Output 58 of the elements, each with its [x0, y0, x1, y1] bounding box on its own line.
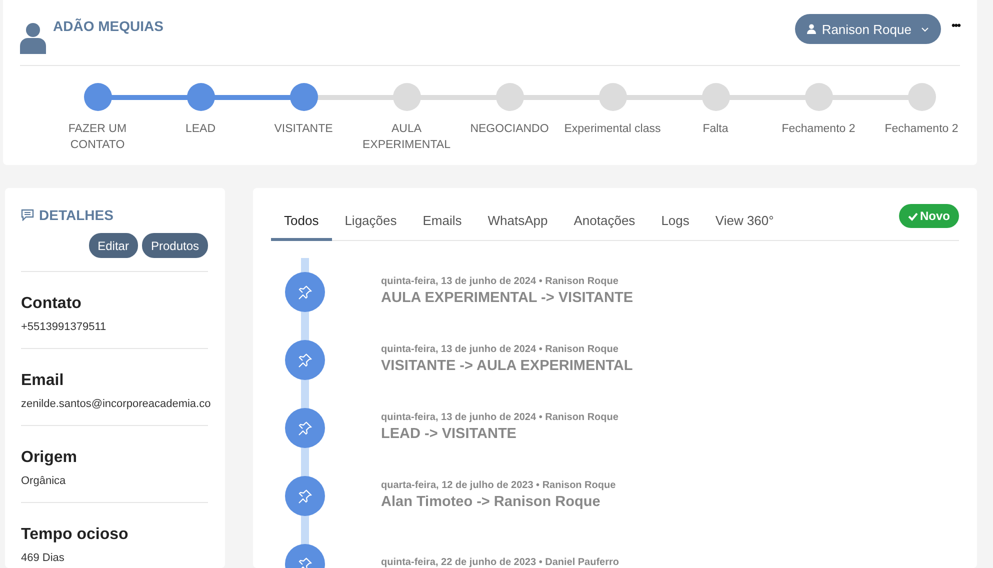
stage-dot[interactable] [392, 83, 420, 111]
event-meta: quarta-feira, 12 de julho de 2023 • Ranison Roque [381, 480, 616, 490]
filter-tab[interactable]: View 360° [702, 204, 787, 241]
stage-label: Falta [702, 122, 730, 137]
filter-tab[interactable]: Emails [410, 204, 475, 241]
field-value: 469 Dias [21, 552, 66, 564]
pushpin-icon [297, 352, 313, 368]
stage-dot[interactable] [290, 83, 318, 111]
stage-dot[interactable] [186, 83, 214, 111]
stage-dot[interactable] [496, 83, 524, 111]
event-meta: quinta-feira, 13 de junho de 2024 • Ranison Roque [381, 276, 620, 286]
stage-dot[interactable] [702, 83, 730, 111]
field-label: Contato [21, 295, 82, 313]
field-label: Tempo ocioso [21, 526, 130, 544]
pushpin-icon [297, 556, 313, 568]
event-title: LEAD -> VISITANTE [381, 426, 518, 442]
field-label: Email [21, 372, 65, 390]
stage-label: NEGOCIANDO [469, 122, 550, 137]
event-title: Alan Timoteo -> Ranison Roque [381, 494, 602, 510]
details-button[interactable]: Produtos [142, 233, 208, 258]
pushpin-icon [297, 420, 313, 436]
event-meta: quinta-feira, 13 de junho de 2024 • Ranison Roque [381, 344, 620, 354]
filter-tab[interactable]: Anotações [560, 204, 648, 241]
details-button[interactable]: Editar [88, 233, 138, 258]
event-title: AULA EXPERIMENTAL -> VISITANTE [381, 290, 634, 306]
stage-dot[interactable] [598, 83, 626, 111]
details-title: DETALHES [39, 207, 114, 223]
stage-dot[interactable] [804, 83, 832, 111]
field-value: zenilde.santos@incorporeacademia.co [21, 398, 212, 410]
stage-label: AULA EXPERIMENTAL [362, 122, 452, 153]
caret-icon [921, 26, 930, 32]
stage-dot[interactable] [908, 83, 936, 111]
field-label: Origem [21, 449, 78, 467]
event-meta: quinta-feira, 22 de junho de 2023 • Daniel Pauferro [381, 557, 620, 568]
event-meta: quinta-feira, 13 de junho de 2024 • Ranison Roque [381, 412, 618, 422]
stage-label: Fechamento 2 [884, 122, 960, 137]
event-title: VISITANTE -> AULA EXPERIMENTAL [381, 358, 633, 374]
contact-name: ADÃO MEQUIAS [53, 18, 164, 34]
field-value: +5513991379511 [21, 321, 108, 333]
more-options-icon[interactable]: ••• [951, 20, 960, 32]
chat-icon [21, 209, 34, 221]
filter-tab[interactable]: Logs [648, 204, 702, 241]
stage-label: LEAD [184, 122, 217, 137]
pushpin-icon [297, 284, 313, 300]
user-icon [806, 24, 816, 34]
filter-tab[interactable]: Ligações [332, 204, 410, 241]
stage-label: FAZER UM CONTATO [67, 122, 128, 153]
stage-label: Fechamento 2 [780, 122, 856, 137]
person-icon [20, 21, 46, 54]
stage-label: VISITANTE [273, 122, 334, 137]
pushpin-icon [297, 488, 313, 504]
filter-tab[interactable]: WhatsApp [474, 204, 561, 241]
check-icon [908, 212, 918, 220]
owner-button[interactable]: Ranison Roque [794, 14, 942, 44]
filter-tab[interactable]: Todos [271, 204, 332, 241]
stage-dot[interactable] [84, 83, 112, 111]
field-value: Orgânica [21, 475, 67, 487]
stage-label: Experimental class [563, 122, 662, 137]
